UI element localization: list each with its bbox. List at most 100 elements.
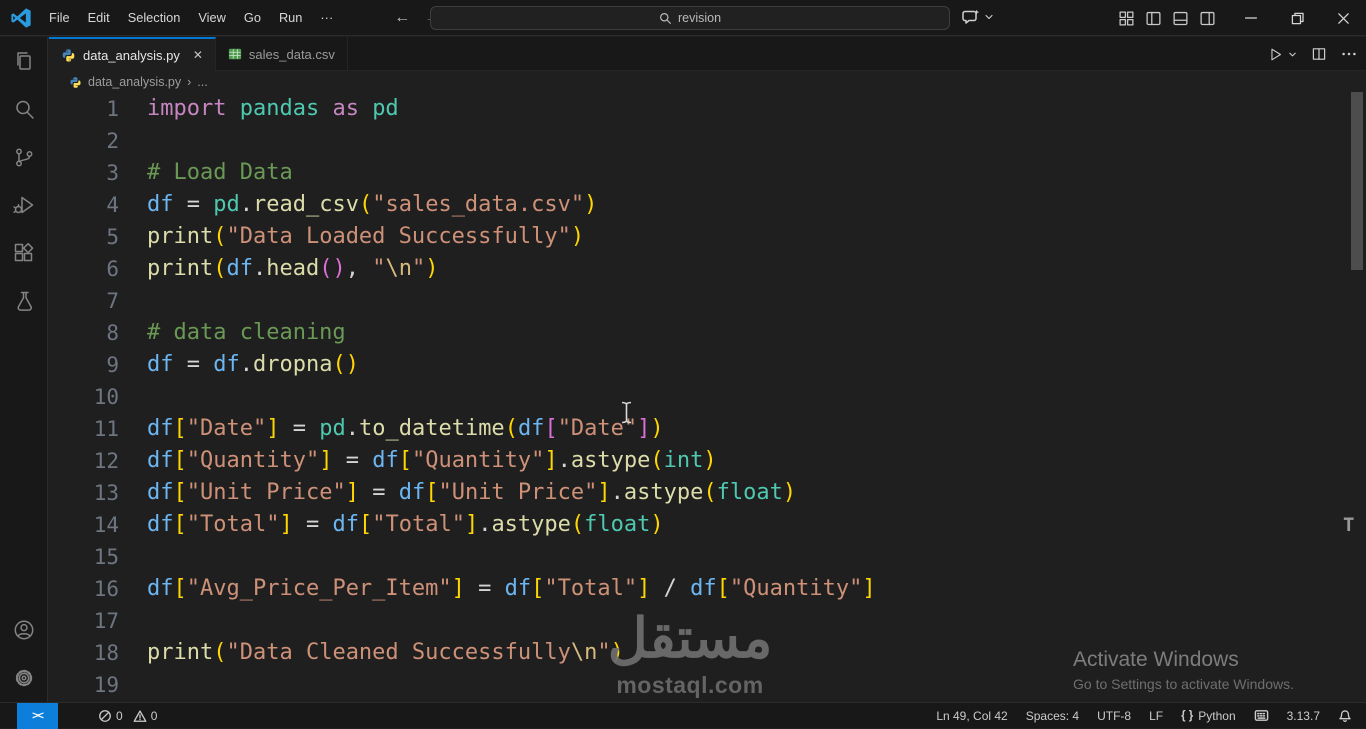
code-line[interactable]: 5 print("Data Loaded Successfully") xyxy=(49,221,1366,253)
line-number[interactable]: 1 xyxy=(49,93,119,125)
toggle-panel-icon[interactable] xyxy=(1172,10,1189,27)
chevron-down-icon[interactable] xyxy=(983,11,995,23)
more-actions-icon[interactable] xyxy=(1340,45,1358,63)
line-number[interactable]: 2 xyxy=(49,125,119,157)
code-line[interactable]: 8 # data cleaning xyxy=(49,317,1366,349)
status-notifications[interactable] xyxy=(1338,709,1352,723)
code-line-text[interactable]: # data cleaning xyxy=(119,317,346,349)
code-line-text[interactable] xyxy=(119,125,147,157)
run-and-debug-icon[interactable] xyxy=(0,181,48,229)
code-line-text[interactable]: df["Date"] = pd.to_datetime(df["Date"]) xyxy=(119,413,664,445)
code-line-text[interactable]: print("Data Loaded Successfully") xyxy=(119,221,584,253)
line-number[interactable]: 17 xyxy=(49,605,119,637)
copilot-icon[interactable] xyxy=(961,7,981,27)
code-line-text[interactable] xyxy=(119,285,147,317)
close-tab-icon[interactable]: ✕ xyxy=(193,48,203,62)
menu-item-file[interactable]: File xyxy=(40,6,79,29)
code-line[interactable]: 15 xyxy=(49,541,1366,573)
code-line-text[interactable]: df["Total"] = df["Total"].astype(float) xyxy=(119,509,664,541)
extensions-icon[interactable] xyxy=(0,229,48,277)
toggle-secondary-sidebar-icon[interactable] xyxy=(1199,10,1216,27)
menu-item-run[interactable]: Run xyxy=(270,6,311,29)
accounts-icon[interactable] xyxy=(0,606,48,654)
code-line[interactable]: 11 df["Date"] = pd.to_datetime(df["Date"]… xyxy=(49,413,1366,445)
code-line-text[interactable]: print("Data Cleaned Successfully\n") xyxy=(119,637,624,669)
menu-item-selection[interactable]: Selection xyxy=(119,6,190,29)
code-line[interactable]: 1 import pandas as pd xyxy=(49,93,1366,125)
code-line-text[interactable]: df["Unit Price"] = df["Unit Price"].asty… xyxy=(119,477,796,509)
menu-item-[interactable]: ··· xyxy=(311,6,342,29)
line-number[interactable]: 5 xyxy=(49,221,119,253)
line-number[interactable]: 14 xyxy=(49,509,119,541)
source-control-icon[interactable] xyxy=(0,133,48,181)
line-number[interactable]: 9 xyxy=(49,349,119,381)
status-python-version[interactable]: 3.13.7 xyxy=(1287,709,1320,723)
menu-item-view[interactable]: View xyxy=(189,6,235,29)
minimize-button[interactable] xyxy=(1228,0,1274,36)
run-dropdown-chevron-icon[interactable] xyxy=(1287,49,1298,60)
status-python-environment[interactable] xyxy=(1254,708,1269,723)
code-line[interactable]: 16 df["Avg_Price_Per_Item"] = df["Total"]… xyxy=(49,573,1366,605)
remote-indicator[interactable]: >< xyxy=(17,702,58,729)
code-line[interactable]: 2 xyxy=(49,125,1366,157)
code-line-text[interactable]: df = pd.read_csv("sales_data.csv") xyxy=(119,189,597,221)
line-number[interactable]: 3 xyxy=(49,157,119,189)
status-cursor-position[interactable]: Ln 49, Col 42 xyxy=(936,709,1007,723)
breadcrumb-file[interactable]: data_analysis.py xyxy=(88,75,181,89)
code-line-text[interactable]: # Load Data xyxy=(119,157,293,189)
code-line-text[interactable]: df["Avg_Price_Per_Item"] = df["Total"] /… xyxy=(119,573,876,605)
status-language-mode[interactable]: { } Python xyxy=(1181,709,1236,723)
line-number[interactable]: 6 xyxy=(49,253,119,285)
line-number[interactable]: 19 xyxy=(49,669,119,701)
status-eol[interactable]: LF xyxy=(1149,709,1163,723)
toggle-primary-sidebar-icon[interactable] xyxy=(1145,10,1162,27)
command-center-search[interactable]: revision xyxy=(430,6,950,30)
editor-scrollbar-thumb[interactable] xyxy=(1351,92,1363,270)
tab-data-analysis-py[interactable]: data_analysis.py ✕ xyxy=(49,37,216,71)
code-line[interactable]: 7 xyxy=(49,285,1366,317)
line-number[interactable]: 15 xyxy=(49,541,119,573)
line-number[interactable]: 16 xyxy=(49,573,119,605)
breadcrumb-more[interactable]: ... xyxy=(197,75,207,89)
line-number[interactable]: 18 xyxy=(49,637,119,669)
split-editor-icon[interactable] xyxy=(1311,46,1327,62)
tab-sales-data-csv[interactable]: sales_data.csv xyxy=(216,37,348,71)
code-line-text[interactable]: df = df.dropna() xyxy=(119,349,359,381)
line-number[interactable]: 4 xyxy=(49,189,119,221)
restore-button[interactable] xyxy=(1274,0,1320,36)
code-line-text[interactable] xyxy=(119,605,147,637)
run-python-file-icon[interactable] xyxy=(1267,46,1284,63)
problems-status[interactable]: 0 0 xyxy=(98,709,157,723)
code-line[interactable]: 12 df["Quantity"] = df["Quantity"].astype… xyxy=(49,445,1366,477)
line-number[interactable]: 10 xyxy=(49,381,119,413)
code-line[interactable]: 6 print(df.head(), "\n") xyxy=(49,253,1366,285)
search-icon[interactable] xyxy=(0,85,48,133)
menu-item-edit[interactable]: Edit xyxy=(79,6,119,29)
menu-item-go[interactable]: Go xyxy=(235,6,270,29)
testing-icon[interactable] xyxy=(0,277,48,325)
settings-gear-icon[interactable] xyxy=(0,654,48,702)
code-line[interactable]: 10 xyxy=(49,381,1366,413)
customize-layout-icon[interactable] xyxy=(1118,10,1135,27)
line-number[interactable]: 12 xyxy=(49,445,119,477)
code-line-text[interactable] xyxy=(119,541,147,573)
code-line-text[interactable] xyxy=(119,669,147,701)
line-number[interactable]: 11 xyxy=(49,413,119,445)
code-line[interactable]: 4 df = pd.read_csv("sales_data.csv") xyxy=(49,189,1366,221)
status-indentation[interactable]: Spaces: 4 xyxy=(1026,709,1079,723)
code-line-text[interactable]: print(df.head(), "\n") xyxy=(119,253,438,285)
code-line[interactable]: 13 df["Unit Price"] = df["Unit Price"].as… xyxy=(49,477,1366,509)
line-number[interactable]: 13 xyxy=(49,477,119,509)
code-line-text[interactable]: df["Quantity"] = df["Quantity"].astype(i… xyxy=(119,445,717,477)
close-window-button[interactable] xyxy=(1320,0,1366,36)
explorer-icon[interactable] xyxy=(0,37,48,85)
code-line-text[interactable]: import pandas as pd xyxy=(119,93,399,125)
code-line-text[interactable] xyxy=(119,381,147,413)
code-line[interactable]: 14 df["Total"] = df["Total"].astype(float… xyxy=(49,509,1366,541)
line-number[interactable]: 8 xyxy=(49,317,119,349)
code-line[interactable]: 3 # Load Data xyxy=(49,157,1366,189)
breadcrumb[interactable]: data_analysis.py › ... xyxy=(49,71,1366,93)
status-encoding[interactable]: UTF-8 xyxy=(1097,709,1131,723)
history-back-icon[interactable]: ← xyxy=(394,9,410,27)
line-number[interactable]: 7 xyxy=(49,285,119,317)
